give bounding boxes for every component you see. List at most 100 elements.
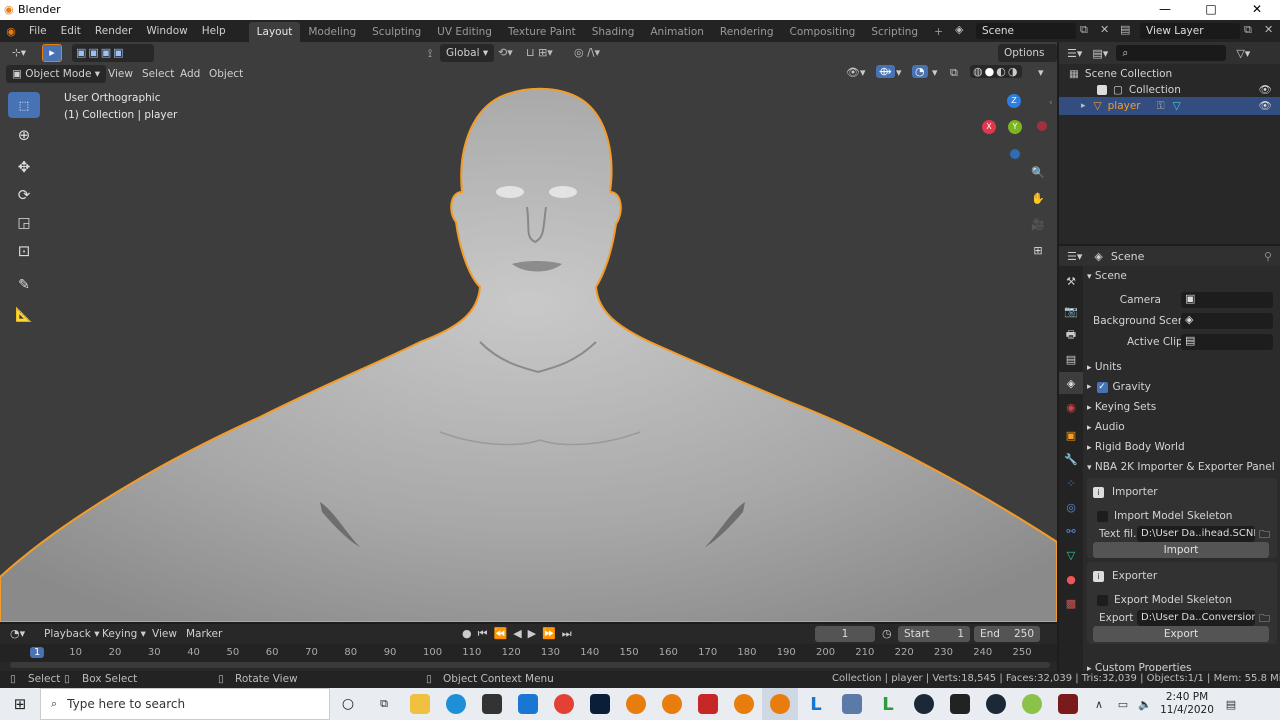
editor-type-icon[interactable]: ⊹▾ xyxy=(6,44,32,62)
network-icon[interactable]: ▭ xyxy=(1112,688,1134,720)
menu-window[interactable]: Window xyxy=(139,20,194,42)
app-red-icon[interactable] xyxy=(1050,688,1086,720)
panel-units[interactable]: ▸ Units xyxy=(1087,357,1122,377)
measure-tool-icon[interactable]: 📐 xyxy=(8,302,40,328)
options-button[interactable]: Options ▾ xyxy=(998,44,1057,77)
cortana-icon[interactable]: ○ xyxy=(330,688,366,720)
panel-rigid-body[interactable]: ▸ Rigid Body World xyxy=(1087,437,1185,457)
tab-compositing[interactable]: Compositing xyxy=(782,22,864,42)
x-axis-icon[interactable]: X xyxy=(982,120,996,134)
panel-audio[interactable]: ▸ Audio xyxy=(1087,417,1125,437)
panel-custom-properties[interactable]: ▸ Custom Properties xyxy=(1087,658,1192,671)
end-frame-field[interactable]: End 250 xyxy=(974,626,1040,642)
expand-arrow-icon[interactable]: ▸ xyxy=(1081,96,1086,116)
menu-timeline-view[interactable]: View xyxy=(146,625,183,643)
cursor-tool-icon[interactable]: ⊕ xyxy=(8,122,40,148)
store-icon[interactable] xyxy=(474,688,510,720)
tab-scripting[interactable]: Scripting xyxy=(863,22,926,42)
blender-active-icon[interactable] xyxy=(762,688,798,720)
particles-tab-icon[interactable]: ⁘ xyxy=(1059,472,1083,494)
steam-icon-2[interactable] xyxy=(978,688,1014,720)
properties-editor-icon[interactable]: ☰▾ xyxy=(1067,250,1082,263)
outliner-editor-icon[interactable]: ☰▾ xyxy=(1067,47,1082,60)
panel-scene-header[interactable]: ▾ Scene xyxy=(1087,266,1127,286)
object-mode-select[interactable]: ▣ Object Mode ▾ xyxy=(6,65,107,83)
player-visibility-eye-icon[interactable]: 👁 xyxy=(1259,96,1272,116)
shading-dropdown-icon[interactable]: ▾ xyxy=(1038,66,1044,79)
zoom-icon[interactable]: 🔍 xyxy=(1026,160,1050,184)
edge-icon[interactable] xyxy=(438,688,474,720)
navigation-gizmo[interactable]: Z X Y xyxy=(980,92,1050,162)
player-mesh[interactable] xyxy=(0,42,1057,622)
menu-add[interactable]: Add xyxy=(174,65,206,83)
xray-icon[interactable]: ⧉ xyxy=(950,66,958,80)
neg-z-axis-icon[interactable] xyxy=(1010,149,1020,159)
export-skeleton-row[interactable]: Export Model Skeleton xyxy=(1097,590,1232,610)
filter-icon[interactable]: ▽▾ xyxy=(1236,47,1250,60)
import-skeleton-checkbox[interactable] xyxy=(1097,510,1108,522)
menu-keying[interactable]: Keying ▾ xyxy=(96,625,152,643)
view-layer-tab-icon[interactable]: ▤ xyxy=(1059,348,1083,370)
blender-taskbar-icon-1[interactable] xyxy=(618,688,654,720)
windows-start-icon[interactable]: ⊞ xyxy=(0,688,40,720)
scale-tool-icon[interactable]: ◲ xyxy=(8,210,40,236)
perspective-grid-icon[interactable]: ⊞ xyxy=(1026,238,1050,262)
menu-render[interactable]: Render xyxy=(88,20,139,42)
import-skeleton-row[interactable]: Import Model Skeleton xyxy=(1097,506,1232,526)
rotate-tool-icon[interactable]: ⟳ xyxy=(8,182,40,208)
modifier-tab-icon[interactable]: 🔧 xyxy=(1059,448,1083,470)
menu-file[interactable]: File xyxy=(22,20,54,42)
pivot-point-icon[interactable]: ⟲▾ xyxy=(498,46,513,59)
chrome-icon[interactable] xyxy=(546,688,582,720)
snap-icon[interactable]: ⊔ ⊞▾ xyxy=(526,46,553,59)
nba2k-tool-icon[interactable] xyxy=(690,688,726,720)
gizmo-toggle-icon[interactable]: ⟴ xyxy=(876,65,895,78)
tab-shading[interactable]: Shading xyxy=(584,22,643,42)
tab-sculpting[interactable]: Sculpting xyxy=(364,22,429,42)
timeline-scrollbar[interactable] xyxy=(10,662,1050,668)
blender-taskbar-icon-2[interactable] xyxy=(654,688,690,720)
new-scene-icon[interactable]: ⧉ xyxy=(1080,23,1088,37)
shading-mode-icons[interactable]: ◍●◐◑ xyxy=(970,65,1023,78)
menu-marker[interactable]: Marker xyxy=(180,625,228,643)
tray-chevron-icon[interactable]: ∧ xyxy=(1086,688,1112,720)
transform-orientation-select[interactable]: Global ▾ xyxy=(440,44,495,62)
overlay-toggle-icon[interactable]: ◔ xyxy=(912,65,928,78)
gravity-checkbox[interactable]: ✓ xyxy=(1096,381,1108,393)
export-file-input[interactable]: D:\User Da..Conversion\ xyxy=(1137,610,1255,626)
minimize-button[interactable]: — xyxy=(1142,2,1188,16)
file-explorer-icon[interactable] xyxy=(402,688,438,720)
mail-icon[interactable] xyxy=(510,688,546,720)
data-tab-icon[interactable]: ▽ xyxy=(1059,544,1083,566)
app-dark-icon[interactable] xyxy=(942,688,978,720)
pan-hand-icon[interactable]: ✋ xyxy=(1026,186,1050,210)
sidebar-toggle-icon[interactable]: ‹ xyxy=(1049,98,1053,108)
volume-icon[interactable]: 🔈 xyxy=(1134,688,1156,720)
export-button[interactable]: Export xyxy=(1093,626,1269,642)
move-tool-icon[interactable]: ✥ xyxy=(8,154,40,180)
panel-nba2k[interactable]: ▾ NBA 2K Importer & Exporter Panel xyxy=(1087,457,1275,477)
blender-taskbar-icon-3[interactable] xyxy=(726,688,762,720)
start-frame-field[interactable]: Start 1 xyxy=(898,626,970,642)
maximize-button[interactable]: □ xyxy=(1188,2,1234,16)
proportional-edit-icon[interactable]: ◎ /\▾ xyxy=(574,46,600,59)
delete-view-layer-icon[interactable]: ✕ xyxy=(1264,23,1273,36)
panel-keying-sets[interactable]: ▸ Keying Sets xyxy=(1087,397,1156,417)
delete-scene-icon[interactable]: ✕ xyxy=(1100,23,1109,36)
app-l-blue-icon[interactable]: L xyxy=(798,688,834,720)
material-tab-icon[interactable]: ● xyxy=(1059,568,1083,590)
app-image-icon[interactable] xyxy=(834,688,870,720)
frame-ruler[interactable]: 1 10 20 30 40 50 60 70 80 90 100 110 120 130 140 150 160… xyxy=(0,644,1057,662)
menu-help[interactable]: Help xyxy=(195,20,233,42)
menu-edit[interactable]: Edit xyxy=(54,20,88,42)
tab-modeling[interactable]: Modeling xyxy=(300,22,364,42)
blender-menu-icon[interactable]: ◉ xyxy=(0,25,22,38)
neg-x-axis-icon[interactable] xyxy=(1037,121,1047,131)
new-view-layer-icon[interactable]: ⧉ xyxy=(1244,23,1252,37)
camera-field[interactable]: ▣ xyxy=(1181,292,1273,308)
select-mode-icons[interactable]: ▣▣▣▣ xyxy=(72,44,154,62)
add-workspace-button[interactable]: + xyxy=(926,22,951,42)
import-file-input[interactable]: D:\User Da..ihead.SCNE xyxy=(1137,526,1255,542)
close-button[interactable]: ✕ xyxy=(1234,2,1280,16)
tool-tab-icon[interactable]: ⚒ xyxy=(1059,270,1083,292)
